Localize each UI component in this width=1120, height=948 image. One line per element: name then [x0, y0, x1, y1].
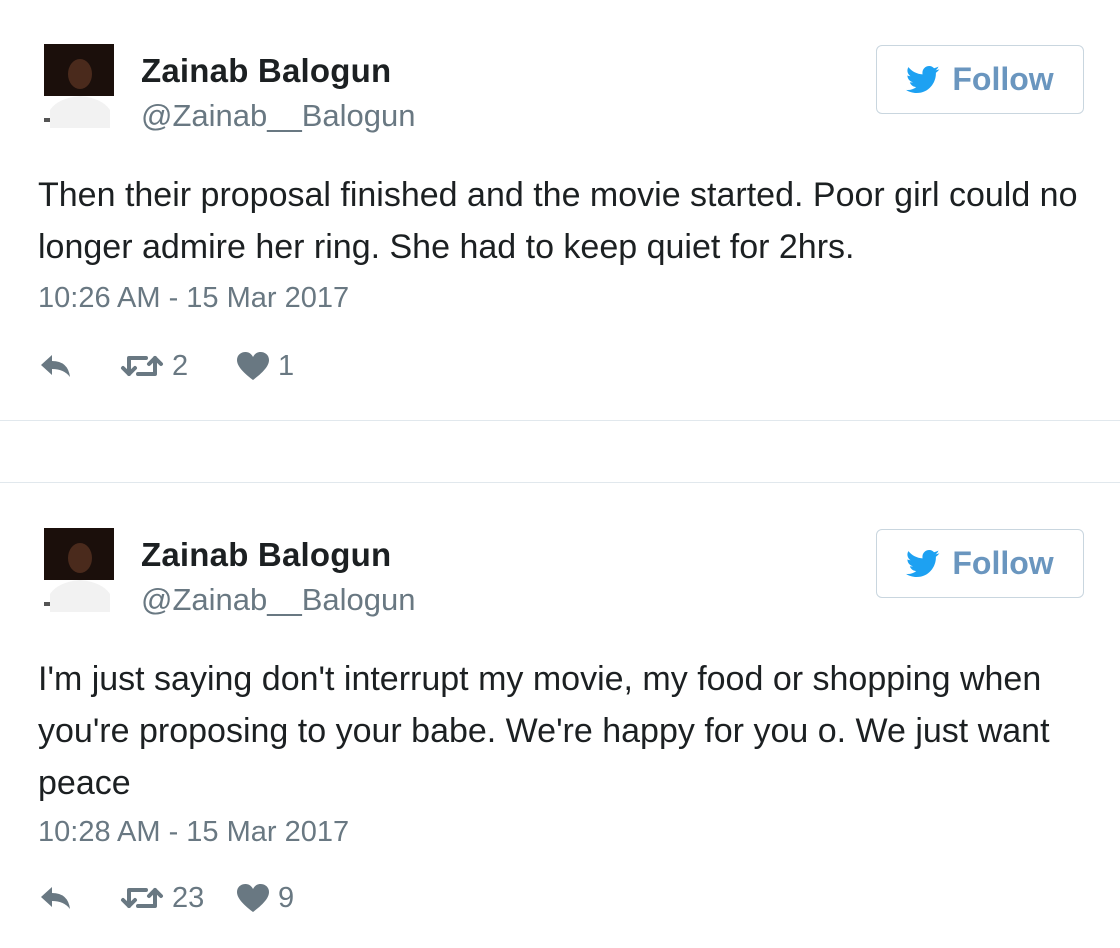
tweet-card: Zainab Balogun @Zainab__Balogun Follow T… — [0, 0, 1120, 420]
tweet-card: Zainab Balogun @Zainab__Balogun Follow I… — [0, 484, 1120, 948]
tweet-timestamp[interactable]: 10:28 AM - 15 Mar 2017 — [38, 816, 349, 849]
retweet-icon — [121, 888, 163, 908]
twitter-bird-icon — [906, 549, 940, 577]
tweet-text: Then their proposal finished and the mov… — [38, 176, 1078, 266]
retweet-button[interactable]: 23 — [120, 878, 204, 918]
tweet-timestamp[interactable]: 10:26 AM - 15 Mar 2017 — [38, 282, 349, 315]
user-name[interactable]: Zainab Balogun — [141, 52, 391, 90]
twitter-bird-icon — [906, 65, 940, 93]
like-button[interactable]: 1 — [236, 346, 294, 386]
divider — [0, 482, 1120, 483]
divider — [0, 420, 1120, 421]
retweet-icon — [121, 356, 163, 376]
avatar[interactable] — [44, 528, 114, 612]
like-count: 1 — [278, 349, 295, 382]
user-name[interactable]: Zainab Balogun — [141, 536, 391, 574]
reply-button[interactable] — [38, 878, 74, 918]
tweet-text: I'm just saying don't interrupt my movie… — [38, 660, 1050, 802]
follow-label: Follow — [952, 61, 1054, 97]
heart-icon — [237, 884, 269, 912]
like-button[interactable]: 9 — [236, 878, 294, 918]
like-count: 9 — [278, 881, 295, 914]
follow-button[interactable]: Follow — [876, 529, 1084, 598]
retweet-count: 23 — [172, 881, 205, 914]
retweet-button[interactable]: 2 — [120, 346, 188, 386]
reply-button[interactable] — [38, 346, 74, 386]
follow-label: Follow — [952, 545, 1054, 581]
user-handle[interactable]: @Zainab__Balogun — [141, 582, 416, 618]
reply-icon — [41, 887, 70, 909]
heart-icon — [237, 352, 269, 380]
user-handle[interactable]: @Zainab__Balogun — [141, 98, 416, 134]
avatar[interactable] — [44, 44, 114, 128]
follow-button[interactable]: Follow — [876, 45, 1084, 114]
reply-icon — [41, 355, 70, 377]
retweet-count: 2 — [172, 349, 189, 382]
